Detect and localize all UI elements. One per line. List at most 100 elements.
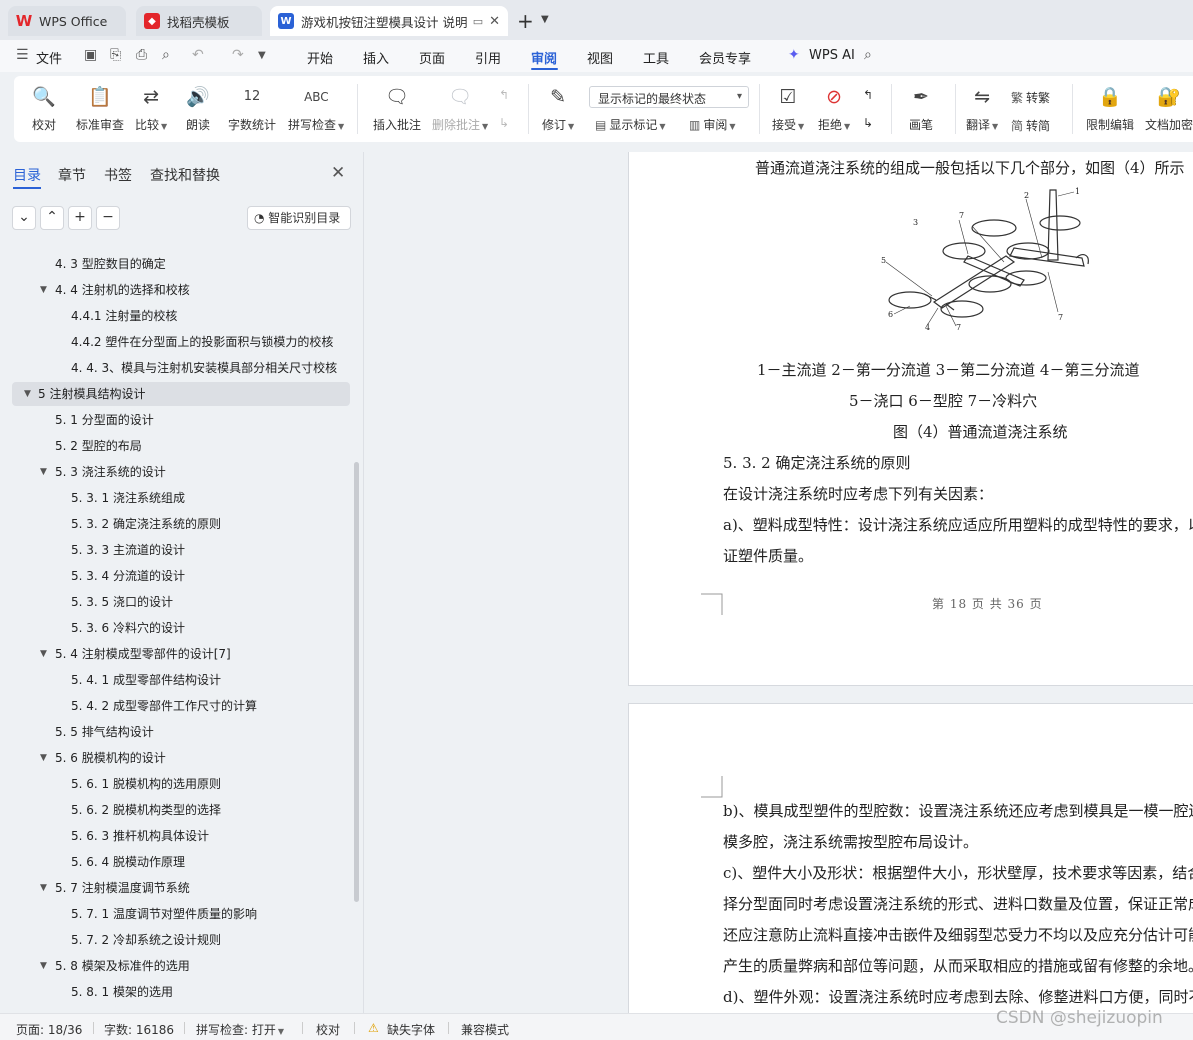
status-missing-font[interactable]: 缺失字体 <box>387 1021 435 1038</box>
doc-paragraph[interactable]: 还应注意防止流料直接冲击嵌件及细弱型芯受力不均以及应充分估计可能 <box>723 924 1193 945</box>
toc-item[interactable]: 5. 6. 3 推杆机构具体设计 <box>0 824 352 848</box>
toc-item[interactable]: 5. 3. 1 浇注系统组成 <box>0 486 352 510</box>
standard-review-button[interactable]: 📋 标准审查 <box>76 84 124 133</box>
new-tab-button[interactable]: + <box>517 9 534 33</box>
expand-arrow-icon[interactable]: ▼ <box>40 746 47 770</box>
nav-tab-bookmarks[interactable]: 书签 <box>104 165 132 185</box>
nav-scrollbar[interactable] <box>354 462 359 902</box>
toc-item[interactable]: 4.4.1 注射量的校核 <box>0 304 352 328</box>
redo-icon[interactable]: ↷ <box>232 47 244 63</box>
toc-item[interactable]: 5. 3. 3 主流道的设计 <box>0 538 352 562</box>
nav-tab-toc[interactable]: 目录 <box>13 165 41 185</box>
expand-arrow-icon[interactable]: ▼ <box>40 460 47 484</box>
status-page[interactable]: 页面: 18/36 <box>16 1021 82 1038</box>
toc-item[interactable]: 5. 7. 2 冷却系统之设计规则 <box>0 928 352 952</box>
toc-item[interactable]: 5. 8. 1 模架的选用 <box>0 980 352 1004</box>
toc-item[interactable]: 4. 4. 3、模具与注射机安装模具部分相关尺寸校核 <box>0 356 352 380</box>
document-page-19[interactable]: b)、模具成型塑件的型腔数：设置浇注系统还应考虑到模具是一模一腔还是一 模多腔，… <box>628 703 1193 1013</box>
expand-arrow-icon[interactable]: ▼ <box>40 876 47 900</box>
toc-item[interactable]: 5. 3. 6 冷料穴的设计 <box>0 616 352 640</box>
previous-change-icon[interactable]: ↰ <box>863 88 873 102</box>
doc-heading[interactable]: 5. 3. 2 确定浇注系统的原则 <box>723 452 910 473</box>
proofread-button[interactable]: 🔍 校对 <box>32 84 56 133</box>
tab-docer-templates[interactable]: ◆ 找稻壳模板 <box>136 6 262 36</box>
expand-arrow-icon[interactable]: ▼ <box>24 382 31 406</box>
toc-item[interactable]: ▼ 5. 3 浇注系统的设计 <box>0 460 352 484</box>
spell-check-button[interactable]: ABC 拼写检查 ▼ <box>288 84 344 133</box>
menu-page[interactable]: 页面 <box>419 48 445 67</box>
doc-paragraph[interactable]: b)、模具成型塑件的型腔数：设置浇注系统还应考虑到模具是一模一腔还是一 <box>723 800 1193 821</box>
markup-mode-select[interactable]: 显示标记的最终状态 ▾ <box>589 86 749 108</box>
status-proofread[interactable]: 校对 <box>316 1021 340 1038</box>
menu-home[interactable]: 开始 <box>307 48 333 67</box>
menu-member[interactable]: 会员专享 <box>699 48 751 67</box>
toc-item[interactable]: ▼ 5. 6 脱模机构的设计 <box>0 746 352 770</box>
read-aloud-button[interactable]: 🔊 朗读 <box>186 84 210 133</box>
toc-item[interactable]: 5. 3. 2 确定浇注系统的原则 <box>0 512 352 536</box>
figure-legend-line[interactable]: 5－浇口 6－型腔 7－冷料穴 <box>849 390 1037 411</box>
toc-item[interactable]: 5. 7. 1 温度调节对塑件质量的影响 <box>0 902 352 926</box>
toc-item[interactable]: 5. 5 排气结构设计 <box>0 720 352 744</box>
undo-icon[interactable]: ↶ <box>192 47 204 63</box>
tab-list-chevron-icon[interactable]: ▼ <box>541 14 549 25</box>
toc-item[interactable]: 5. 2 型腔的布局 <box>0 434 352 458</box>
expand-arrow-icon[interactable]: ▼ <box>40 954 47 978</box>
tab-current-document[interactable]: W 游戏机按钮注塑模具设计 说明 ▭ ✕ <box>270 6 508 36</box>
accept-button[interactable]: ☑ 接受 ▼ <box>772 84 804 133</box>
doc-paragraph[interactable]: d)、塑件外观：设置浇注系统时应考虑到去除、修整进料口方便，同时不影 <box>723 986 1193 1007</box>
doc-paragraph[interactable]: 择分型面同时考虑设置浇注系统的形式、进料口数量及位置，保证正常成型， <box>723 893 1193 914</box>
figure-legend-line[interactable]: 1－主流道 2－第一分流道 3－第二分流道 4－第三分流道 <box>757 359 1139 380</box>
toc-item[interactable]: ▼ 5 注射模具结构设计 <box>12 382 350 406</box>
to-simplified-button[interactable]: 简转简 <box>1011 117 1050 134</box>
collapse-up-button[interactable]: ⌃ <box>40 206 64 230</box>
doc-paragraph[interactable]: 模多腔，浇注系统需按型腔布局设计。 <box>723 831 978 852</box>
toc-item[interactable]: 5. 6. 2 脱模机构类型的选择 <box>0 798 352 822</box>
restrict-editing-button[interactable]: 🔒 限制编辑 <box>1086 84 1134 133</box>
expand-arrow-icon[interactable]: ▼ <box>40 642 47 666</box>
toc-item[interactable]: ▼ 5. 8 模架及标准件的选用 <box>0 954 352 978</box>
doc-paragraph[interactable]: 在设计浇注系统时应考虑下列有关因素： <box>723 483 993 504</box>
close-nav-pane-icon[interactable]: ✕ <box>331 163 345 183</box>
nav-tab-find-replace[interactable]: 查找和替换 <box>150 165 220 185</box>
hamburger-menu-icon[interactable]: ☰ <box>16 47 29 63</box>
menu-file[interactable]: 文件 <box>36 48 62 67</box>
collapse-down-button[interactable]: ⌄ <box>12 206 36 230</box>
word-count-button[interactable]: 12 字数统计 <box>228 84 276 133</box>
delete-comment-button[interactable]: 🗨 删除批注 ▼ <box>432 84 488 133</box>
toc-item[interactable]: 5. 6. 1 脱模机构的选用原则 <box>0 772 352 796</box>
toc-item[interactable]: 5. 3. 4 分流道的设计 <box>0 564 352 588</box>
menu-wps-ai[interactable]: WPS AI <box>809 48 855 63</box>
reject-button[interactable]: ⊘ 拒绝 ▼ <box>818 84 850 133</box>
doc-paragraph[interactable]: c)、塑件大小及形状：根据塑件大小，形状壁厚，技术要求等因素，结合选 <box>723 862 1193 883</box>
remove-heading-button[interactable]: − <box>96 206 120 230</box>
menu-references[interactable]: 引用 <box>475 48 501 67</box>
next-comment-icon[interactable]: ↳ <box>499 116 509 130</box>
toc-item[interactable]: 5. 4. 1 成型零部件结构设计 <box>0 668 352 692</box>
next-change-icon[interactable]: ↳ <box>863 116 873 130</box>
toc-item[interactable]: 5. 1 分型面的设计 <box>0 408 352 432</box>
doc-paragraph[interactable]: 证塑件质量。 <box>723 545 813 566</box>
menu-review[interactable]: 审阅 <box>531 48 557 67</box>
print-preview-icon[interactable]: ⌕ <box>162 47 170 63</box>
nav-tab-sections[interactable]: 章节 <box>58 165 86 185</box>
insert-comment-button[interactable]: 🗨 插入批注 <box>373 84 421 133</box>
toc-item[interactable]: 4. 3 型腔数目的确定 <box>0 252 352 276</box>
status-spell-check[interactable]: 拼写检查: 打开 ▼ <box>196 1021 284 1038</box>
status-compat-mode[interactable]: 兼容模式 <box>461 1021 509 1038</box>
toc-item[interactable]: 5. 3. 5 浇口的设计 <box>0 590 352 614</box>
ink-button[interactable]: ✒ 画笔 <box>909 84 933 133</box>
toc-item[interactable]: 5. 6. 4 脱模动作原理 <box>0 850 352 874</box>
menu-tools[interactable]: 工具 <box>643 48 669 67</box>
add-heading-button[interactable]: + <box>68 206 92 230</box>
document-canvas[interactable]: 普通流道浇注系统的组成一般包括以下几个部分，如图（4）所示 1 2 3 7 5 … <box>365 152 1193 1013</box>
expand-arrow-icon[interactable]: ▼ <box>40 278 47 302</box>
track-changes-button[interactable]: ✎ 修订 ▼ <box>542 84 574 133</box>
menu-insert[interactable]: 插入 <box>363 48 389 67</box>
figure-caption[interactable]: 图（4）普通流道浇注系统 <box>893 421 1068 442</box>
smart-toc-button[interactable]: ◔ 智能识别目录 <box>247 206 351 230</box>
doc-paragraph[interactable]: 普通流道浇注系统的组成一般包括以下几个部分，如图（4）所示 <box>755 157 1185 178</box>
export-pdf-icon[interactable]: ⎘ <box>110 47 121 63</box>
print-icon[interactable]: ⎙ <box>136 47 147 63</box>
status-word-count[interactable]: 字数: 16186 <box>104 1021 174 1038</box>
menu-view[interactable]: 视图 <box>587 48 613 67</box>
